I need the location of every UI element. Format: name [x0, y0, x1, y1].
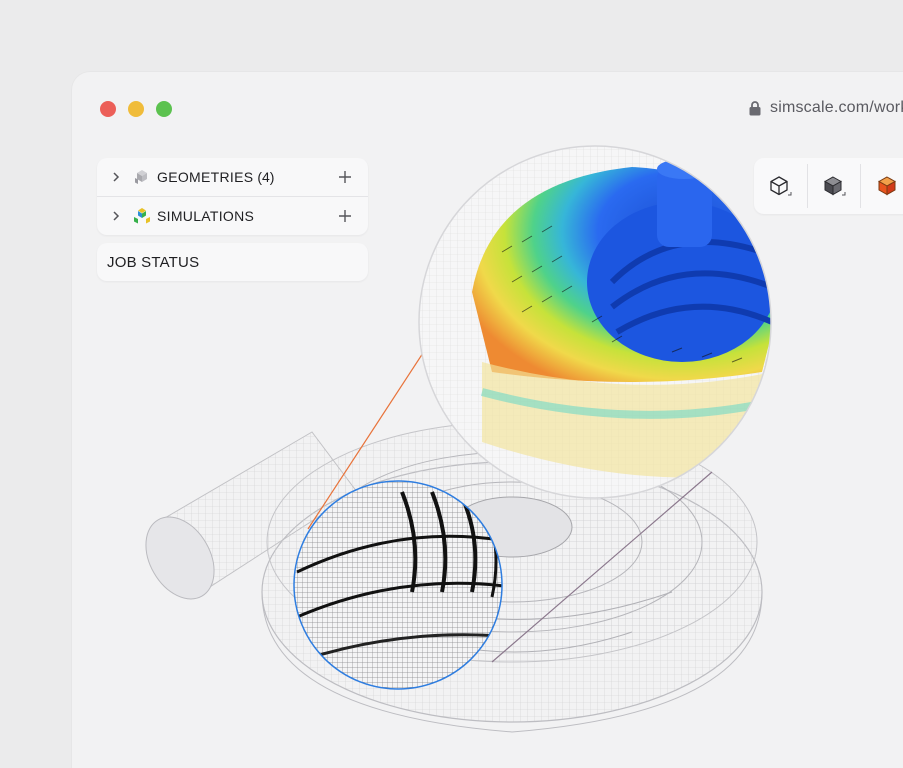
chevron-right-icon[interactable] [109, 209, 123, 223]
cfd-velocity-result-zoom[interactable] [418, 145, 777, 499]
view-toolbar [754, 158, 903, 214]
solid-view-button[interactable] [808, 158, 861, 214]
geometries-icon [135, 170, 147, 184]
solid-cube-icon [823, 176, 846, 196]
chevron-right-icon[interactable] [109, 170, 123, 184]
geometry-count: (4) [257, 169, 275, 185]
scene-tree-panel: GEOMETRIES (4) SIMULATIONS [97, 158, 368, 235]
app-window: simscale.com/work GEOMETRIES (4) SIMULAT… [72, 72, 903, 768]
job-status-label: JOB STATUS [107, 253, 200, 271]
job-status-panel[interactable]: JOB STATUS [97, 243, 368, 281]
tree-item-simulations[interactable]: SIMULATIONS [97, 196, 368, 235]
tree-item-label: GEOMETRIES [157, 169, 254, 185]
wireframe-cube-icon [770, 176, 792, 196]
result-view-button[interactable] [861, 158, 903, 214]
add-geometry-icon[interactable] [338, 170, 352, 184]
simulations-icon [134, 208, 150, 224]
wireframe-view-button[interactable] [754, 158, 807, 214]
colored-cube-icon [877, 176, 896, 196]
tree-item-label: SIMULATIONS [157, 208, 255, 224]
add-simulation-icon[interactable] [338, 209, 352, 223]
tree-item-geometries[interactable]: GEOMETRIES (4) [97, 158, 368, 196]
